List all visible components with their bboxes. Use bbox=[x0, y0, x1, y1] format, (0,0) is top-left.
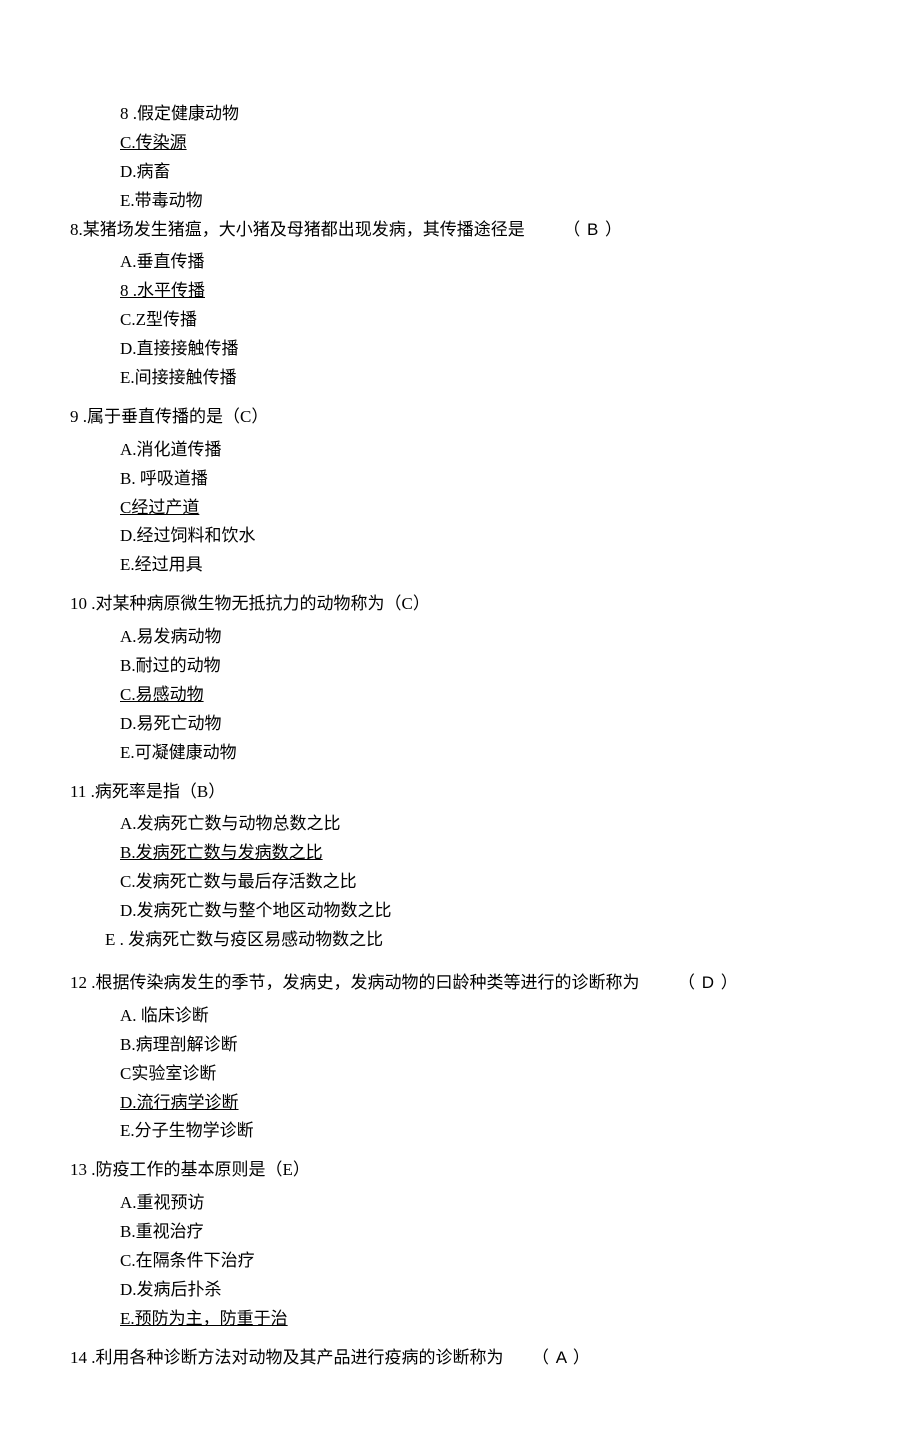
option: B. 呼吸道播 bbox=[120, 465, 850, 494]
q11-options: A.发病死亡数与动物总数之比 B.发病死亡数与发病数之比 C.发病死亡数与最后存… bbox=[70, 810, 850, 954]
option: B.耐过的动物 bbox=[120, 652, 850, 681]
option: A.发病死亡数与动物总数之比 bbox=[120, 810, 850, 839]
option: D.直接接触传播 bbox=[120, 335, 850, 364]
option: A.易发病动物 bbox=[120, 623, 850, 652]
answer-marker: （ B ） bbox=[563, 220, 623, 239]
option: B.重视治疗 bbox=[120, 1218, 850, 1247]
question-9: 9 .属于垂直传播的是（C） bbox=[70, 403, 850, 432]
option: D.经过饲料和饮水 bbox=[120, 522, 850, 551]
option: E . 发病死亡数与疫区易感动物数之比 bbox=[105, 926, 850, 955]
answer-marker: （ A ） bbox=[532, 1348, 591, 1367]
question-stem: 14 .利用各种诊断方法对动物及其产品进行疫病的诊断称为 bbox=[70, 1348, 504, 1367]
option: E.间接接触传播 bbox=[120, 364, 850, 393]
option: C实验室诊断 bbox=[120, 1060, 850, 1089]
q13-options: A.重视预访 B.重视治疗 C.在隔条件下治疗 D.发病后扑杀 E.预防为主，防… bbox=[70, 1189, 850, 1333]
answer-marker: （ D ） bbox=[678, 973, 739, 992]
q12-options: A. 临床诊断 B.病理剖解诊断 C实验室诊断 D.流行病学诊断 E.分子生物学… bbox=[70, 1002, 850, 1146]
question-stem: 12 .根据传染病发生的季节，发病史，发病动物的曰龄种类等进行的诊断称为 bbox=[70, 973, 640, 992]
option: C.发病死亡数与最后存活数之比 bbox=[120, 868, 850, 897]
option: A. 临床诊断 bbox=[120, 1002, 850, 1031]
option: D.发病后扑杀 bbox=[120, 1276, 850, 1305]
q10-options: A.易发病动物 B.耐过的动物 C.易感动物 D.易死亡动物 E.可凝健康动物 bbox=[70, 623, 850, 767]
q7-trailing-options: 8 .假定健康动物 C.传染源 D.病畜 E.带毒动物 bbox=[70, 100, 850, 216]
option: D.发病死亡数与整个地区动物数之比 bbox=[120, 897, 850, 926]
option: C.传染源 bbox=[70, 129, 850, 158]
option: C.Z型传播 bbox=[120, 306, 850, 335]
option: C.易感动物 bbox=[120, 681, 850, 710]
question-stem: 10 .对某种病原微生物无抵抗力的动物称为（C） bbox=[70, 594, 430, 613]
question-8: 8.某猪场发生猪瘟，大小猪及母猪都出现发病，其传播途径是 （ B ） bbox=[70, 216, 850, 245]
question-13: 13 .防疫工作的基本原则是（E） bbox=[70, 1156, 850, 1185]
question-stem: 9 .属于垂直传播的是（C） bbox=[70, 407, 268, 426]
question-12: 12 .根据传染病发生的季节，发病史，发病动物的曰龄种类等进行的诊断称为 （ D… bbox=[70, 969, 850, 998]
option: E.可凝健康动物 bbox=[120, 739, 850, 768]
option: E.经过用具 bbox=[120, 551, 850, 580]
question-stem: 13 .防疫工作的基本原则是（E） bbox=[70, 1160, 310, 1179]
option: A.重视预访 bbox=[120, 1189, 850, 1218]
option: D.病畜 bbox=[70, 158, 850, 187]
option: D.流行病学诊断 bbox=[120, 1089, 850, 1118]
q8-options: A.垂直传播 8 .水平传播 C.Z型传播 D.直接接触传播 E.间接接触传播 bbox=[70, 248, 850, 392]
option: E.分子生物学诊断 bbox=[120, 1117, 850, 1146]
option: 8 .假定健康动物 bbox=[70, 100, 850, 129]
question-10: 10 .对某种病原微生物无抵抗力的动物称为（C） bbox=[70, 590, 850, 619]
option: C经过产道 bbox=[120, 494, 850, 523]
option: A.消化道传播 bbox=[120, 436, 850, 465]
option: A.垂直传播 bbox=[120, 248, 850, 277]
option: 8 .水平传播 bbox=[120, 277, 850, 306]
option: C.在隔条件下治疗 bbox=[120, 1247, 850, 1276]
q9-options: A.消化道传播 B. 呼吸道播 C经过产道 D.经过饲料和饮水 E.经过用具 bbox=[70, 436, 850, 580]
option: D.易死亡动物 bbox=[120, 710, 850, 739]
option: B.病理剖解诊断 bbox=[120, 1031, 850, 1060]
question-stem: 8.某猪场发生猪瘟，大小猪及母猪都出现发病，其传播途径是 bbox=[70, 220, 525, 239]
option: E.预防为主，防重于治 bbox=[120, 1305, 850, 1334]
question-11: 11 .病死率是指（B） bbox=[70, 778, 850, 807]
question-14: 14 .利用各种诊断方法对动物及其产品进行疫病的诊断称为 （ A ） bbox=[70, 1344, 850, 1373]
option: E.带毒动物 bbox=[70, 187, 850, 216]
question-stem: 11 .病死率是指（B） bbox=[70, 782, 225, 801]
option: B.发病死亡数与发病数之比 bbox=[120, 839, 850, 868]
